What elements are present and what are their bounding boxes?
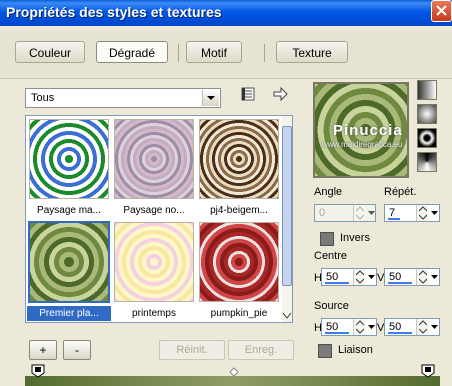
- spinner-icon[interactable]: [353, 319, 366, 335]
- category-selected: Tous: [31, 92, 55, 104]
- gradient-name: printemps: [132, 308, 176, 319]
- center-h-field[interactable]: 50: [321, 268, 377, 286]
- repeat-field[interactable]: 7: [384, 204, 440, 222]
- link-checkbox[interactable]: [318, 344, 332, 358]
- radial-gradient-icon[interactable]: [417, 128, 437, 148]
- gradient-item[interactable]: pumpkin_pie: [197, 220, 281, 322]
- chevron-down-icon[interactable]: [202, 90, 219, 106]
- repeat-level: [388, 218, 400, 220]
- sunburst-gradient-icon[interactable]: [417, 152, 437, 172]
- tab-couleur[interactable]: Couleur: [15, 41, 85, 63]
- spinner-icon[interactable]: [416, 319, 429, 335]
- gradient-item[interactable]: Paysage ma...: [27, 117, 111, 221]
- source-h-field[interactable]: 50: [321, 318, 377, 336]
- center-h-level: [325, 282, 349, 284]
- chevron-down-icon[interactable]: [429, 269, 439, 285]
- category-dropdown[interactable]: Tous: [25, 88, 221, 108]
- gradient-thumbnail: [114, 119, 194, 199]
- scroll-down-icon[interactable]: [282, 312, 292, 320]
- gradient-item-selected[interactable]: Premier pla...: [27, 220, 111, 322]
- browse-folder-icon[interactable]: [240, 86, 258, 104]
- watermark-text: Pinuccia: [333, 122, 403, 139]
- gradient-item[interactable]: printemps: [112, 220, 196, 322]
- close-icon: [436, 5, 447, 16]
- color-stop-marker-icon[interactable]: [31, 364, 45, 378]
- spinner-icon[interactable]: [416, 269, 429, 285]
- chevron-down-icon[interactable]: [429, 205, 439, 221]
- gallery-scrollbar[interactable]: [282, 116, 292, 322]
- gradient-name: pumpkin_pie: [210, 308, 268, 319]
- source-v-level: [388, 332, 412, 334]
- tab-separator: [264, 44, 265, 62]
- gradient-name: Paysage no...: [123, 205, 185, 216]
- reset-button[interactable]: Réinit.: [159, 340, 225, 360]
- tab-motif[interactable]: Motif: [186, 41, 242, 63]
- gradient-thumbnail: [29, 119, 109, 199]
- repeat-label: Répét.: [384, 186, 417, 198]
- save-button[interactable]: Enreg.: [228, 340, 294, 360]
- remove-button[interactable]: -: [63, 340, 91, 360]
- close-button[interactable]: [431, 0, 452, 22]
- chevron-down-icon[interactable]: [366, 205, 376, 221]
- invert-checkbox[interactable]: [320, 232, 334, 246]
- center-v-field[interactable]: 50: [384, 268, 440, 286]
- gradient-item[interactable]: Paysage no...: [112, 117, 196, 221]
- title-bar: Propriétés des styles et textures: [0, 0, 452, 26]
- angle-field[interactable]: 0: [314, 204, 376, 222]
- gradient-thumbnail: [114, 222, 194, 302]
- gradient-name: Paysage ma...: [37, 205, 101, 216]
- gradient-item[interactable]: pj4-beigem...: [197, 117, 281, 221]
- tab-separator: [178, 44, 179, 62]
- watermark-url: www.maidiregrafica.eu: [322, 140, 403, 149]
- gradient-thumbnail: [199, 222, 279, 302]
- source-v-field[interactable]: 50: [384, 318, 440, 336]
- rectangular-gradient-icon[interactable]: [417, 104, 437, 124]
- link-label: Liaison: [338, 344, 373, 356]
- spinner-icon[interactable]: [353, 205, 366, 221]
- spinner-icon[interactable]: [353, 269, 366, 285]
- midpoint-marker-icon[interactable]: [229, 367, 239, 377]
- gradient-name: Premier pla...: [27, 306, 111, 321]
- center-label: Centre: [314, 250, 348, 262]
- chevron-down-icon[interactable]: [366, 269, 376, 285]
- gradient-thumbnail: [28, 221, 110, 303]
- color-stop-marker-icon[interactable]: [421, 364, 435, 378]
- scrollbar-thumb[interactable]: [282, 126, 292, 286]
- gradient-thumbnail: [199, 119, 279, 199]
- window-title: Propriétés des styles et textures: [6, 4, 222, 20]
- arrow-right-icon[interactable]: [272, 86, 290, 104]
- add-button[interactable]: +: [29, 340, 57, 360]
- gradient-name: pj4-beigem...: [210, 205, 268, 216]
- tab-texture[interactable]: Texture: [276, 41, 348, 63]
- gradient-gallery: Paysage ma... Paysage no... pj4-beigem..…: [25, 115, 293, 323]
- chevron-down-icon[interactable]: [366, 319, 376, 335]
- gradient-editor-bar[interactable]: [25, 376, 440, 386]
- chevron-down-icon[interactable]: [429, 319, 439, 335]
- angle-label: Angle: [314, 186, 343, 198]
- angle-value: 0: [319, 207, 326, 219]
- source-label: Source: [314, 300, 349, 312]
- source-h-level: [325, 332, 349, 334]
- spinner-icon[interactable]: [416, 205, 429, 221]
- linear-gradient-icon[interactable]: [417, 80, 437, 100]
- tab-degrade[interactable]: Dégradé: [96, 41, 168, 63]
- center-v-level: [388, 282, 412, 284]
- invert-label: Invers: [340, 232, 370, 244]
